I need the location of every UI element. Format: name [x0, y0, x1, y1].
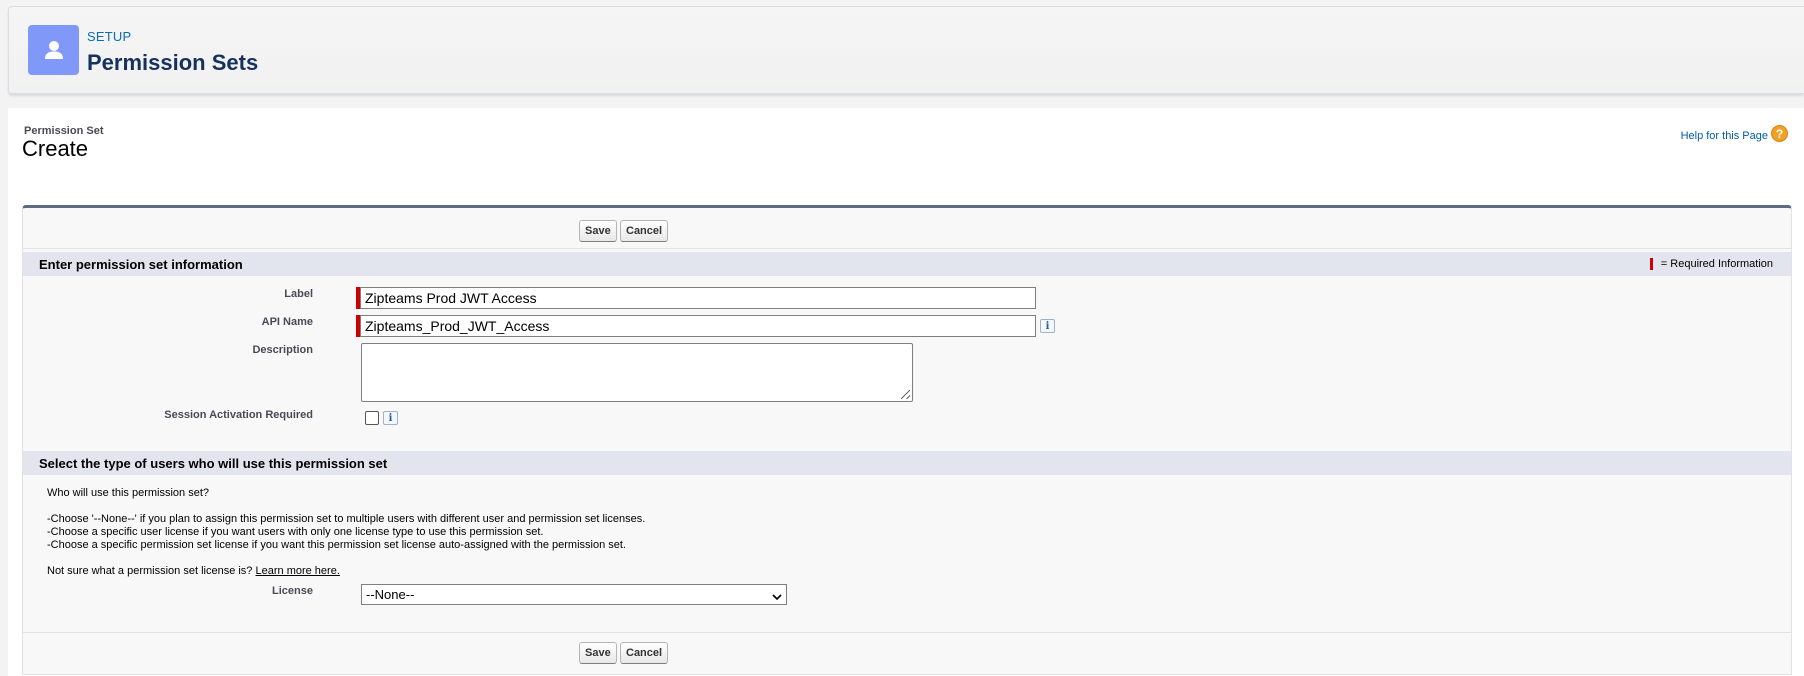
breadcrumb-setup[interactable]: SETUP — [87, 29, 131, 44]
user-icon — [28, 25, 79, 75]
license-select-value: --None-- — [366, 587, 415, 602]
info-icon[interactable]: i — [383, 411, 398, 425]
license-select[interactable]: --None-- — [361, 584, 787, 605]
chevron-down-icon — [772, 590, 782, 600]
save-button-top[interactable]: Save — [579, 220, 617, 242]
session-activation-label: Session Activation Required — [164, 409, 313, 421]
learn-more-link[interactable]: Learn more here. — [256, 565, 340, 577]
required-marker — [1649, 258, 1653, 270]
instruction-line: -Choose a specific user license if you w… — [47, 526, 544, 538]
required-legend: = Required Information — [1649, 258, 1773, 270]
section-title-info: Enter permission set information — [39, 257, 243, 272]
setup-header: SETUP Permission Sets — [8, 6, 1804, 94]
main-content: Permission Set Create Help for this Page… — [8, 108, 1804, 676]
save-button-bottom[interactable]: Save — [579, 642, 617, 664]
help-icon[interactable]: ? — [1771, 125, 1788, 142]
instruction-line: -Choose a specific permission set licens… — [47, 539, 626, 551]
license-help-text: Not sure what a permission set license i… — [47, 565, 340, 578]
divider — [23, 248, 1791, 249]
instruction-line: -Choose '--None--' if you plan to assign… — [47, 513, 646, 525]
required-legend-text: = Required Information — [1660, 258, 1773, 270]
section-title-users: Select the type of users who will use th… — [39, 456, 388, 471]
page-title: Create — [22, 136, 89, 161]
label-field-label: Label — [284, 288, 313, 300]
section-header-info: Enter permission set information = Requi… — [23, 252, 1791, 276]
label-input[interactable] — [360, 287, 1036, 309]
resize-grip-icon[interactable] — [901, 390, 910, 399]
question-text: Who will use this permission set? — [47, 487, 210, 499]
description-field-label: Description — [252, 344, 313, 356]
api-name-input[interactable] — [360, 315, 1036, 337]
section-header-users: Select the type of users who will use th… — [23, 451, 1791, 475]
edit-block: Save Cancel Enter permission set informa… — [22, 205, 1792, 675]
session-activation-checkbox[interactable] — [365, 411, 379, 425]
license-field-label: License — [272, 585, 313, 597]
description-textarea[interactable] — [361, 343, 913, 402]
info-icon[interactable]: i — [1040, 319, 1055, 333]
not-sure-text: Not sure what a permission set license i… — [47, 565, 253, 577]
api-name-field-label: API Name — [261, 316, 313, 328]
cancel-button-top[interactable]: Cancel — [620, 220, 669, 242]
page-header-title: Permission Sets — [87, 50, 259, 75]
cancel-button-bottom[interactable]: Cancel — [620, 642, 669, 664]
help-link[interactable]: Help for this Page — [1681, 130, 1768, 142]
divider — [23, 632, 1791, 633]
